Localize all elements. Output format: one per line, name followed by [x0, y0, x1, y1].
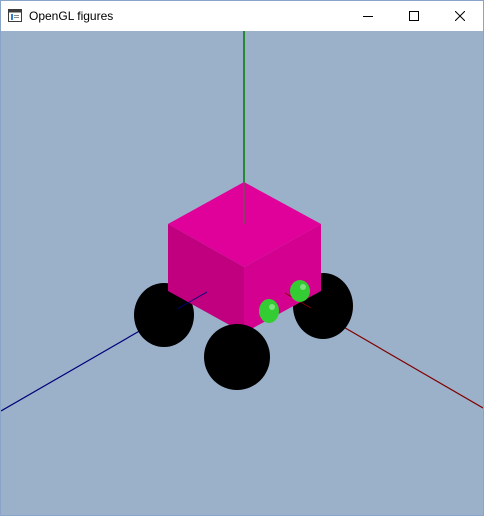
title-bar[interactable]: OpenGL figures [1, 1, 483, 31]
headlight-right-shine [300, 284, 306, 290]
headlight-right [290, 280, 310, 302]
app-window: OpenGL figures [0, 0, 484, 516]
wheel-front [204, 324, 270, 390]
headlight-left [259, 299, 279, 323]
headlight-left-shine [269, 304, 275, 310]
maximize-button[interactable] [391, 1, 437, 31]
close-icon [455, 11, 465, 21]
window-title: OpenGL figures [29, 9, 114, 23]
app-icon [8, 9, 22, 22]
close-button[interactable] [437, 1, 483, 31]
minimize-button[interactable] [345, 1, 391, 31]
minimize-icon [363, 16, 373, 17]
maximize-icon [409, 11, 419, 21]
opengl-viewport[interactable] [1, 31, 483, 515]
